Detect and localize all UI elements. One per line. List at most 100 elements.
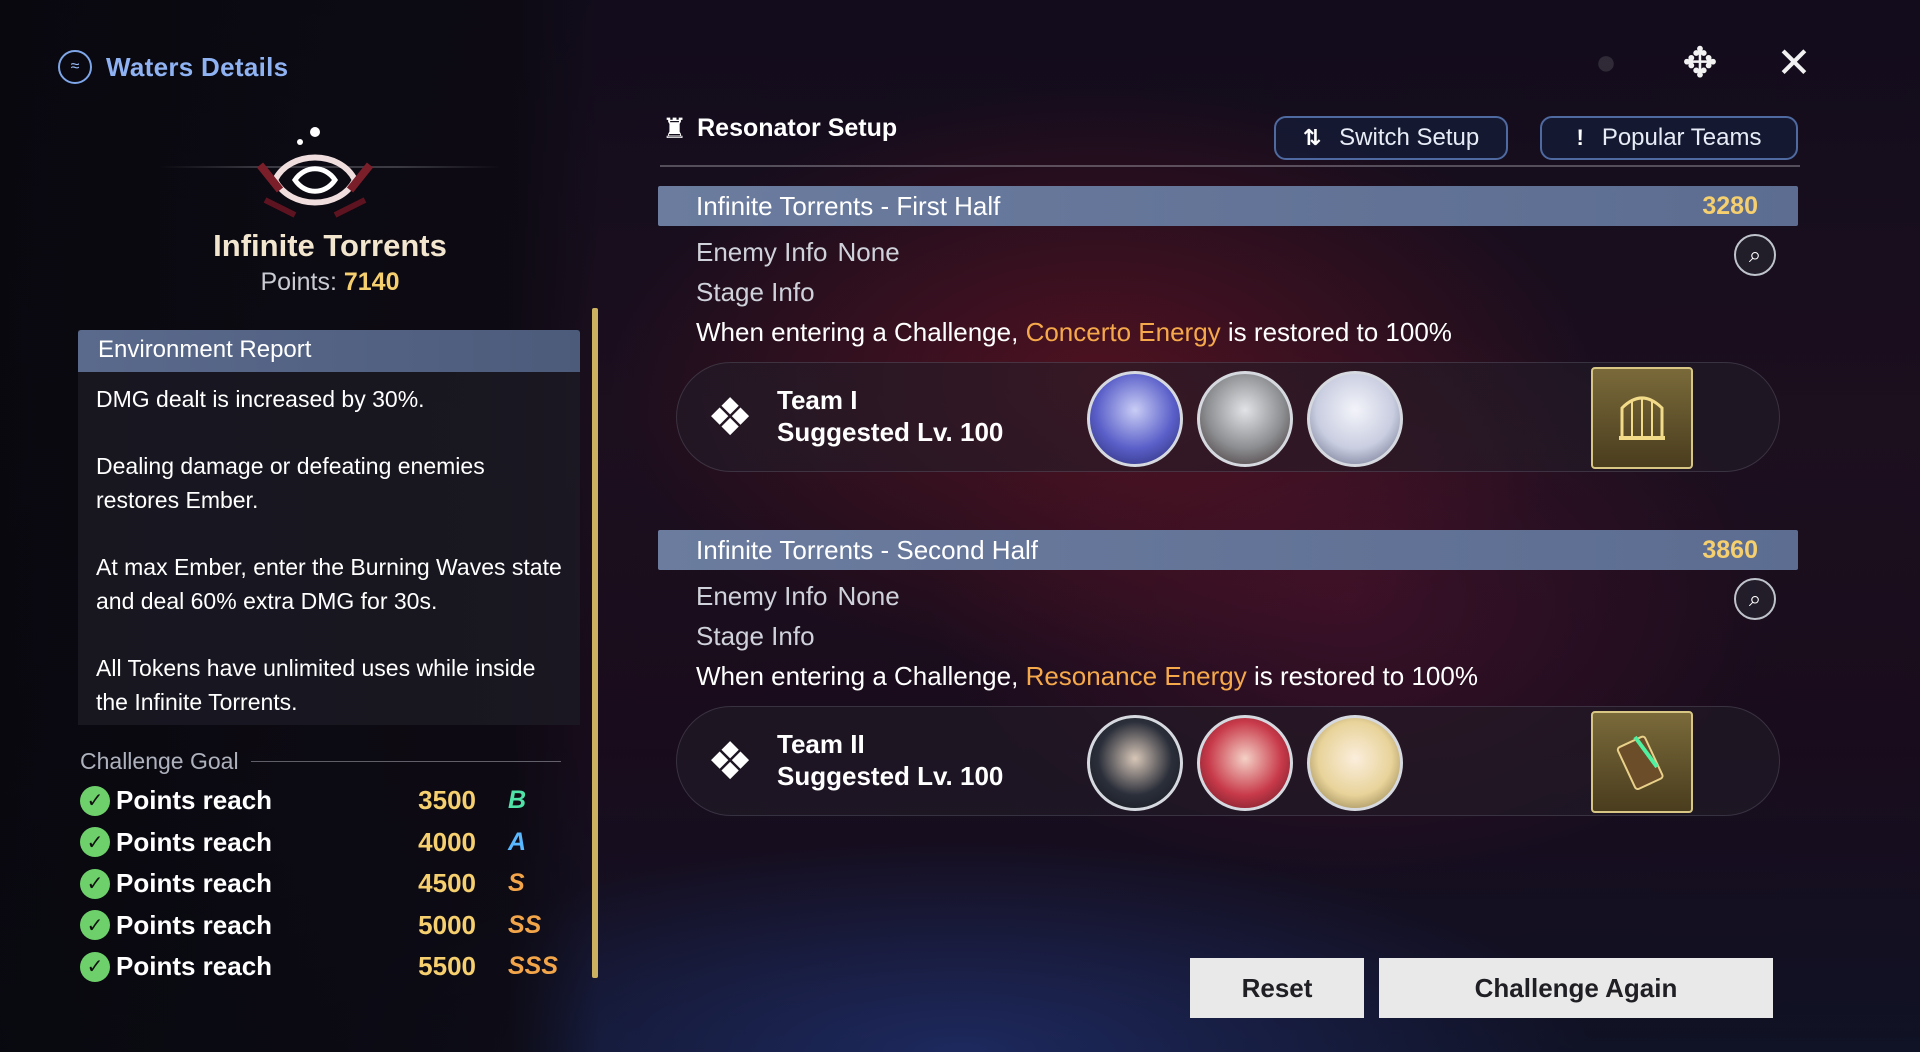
goal-text: Points reach [116,909,273,940]
first-half-score: 3280 [1702,191,1758,220]
exclamation-icon: ! [1576,125,1584,150]
reset-button[interactable]: Reset [1190,958,1364,1018]
check-icon: ✓ [80,785,110,816]
enemy-info-value: None [837,237,900,267]
golden-cage-icon[interactable] [1591,367,1693,469]
avatar[interactable] [1087,715,1183,811]
first-half-bar: Infinite Torrents - First Half 3280 [658,186,1798,226]
left-panel: ≈ Waters Details Infinite Torrents Point… [0,0,600,1052]
goal-row: ✓ Points reach 4000 A [80,822,560,864]
resonator-setup-header: ♜ Resonator Setup [662,112,897,145]
avatar[interactable] [1197,371,1293,467]
points-value: 7140 [343,268,400,296]
goal-text: Points reach [116,868,273,899]
challenge-goal-title: Challenge Goal [80,748,561,775]
compass-star-icon[interactable]: ✥ [1674,36,1726,88]
first-half-title: Infinite Torrents - First Half [696,190,1001,221]
team-avatars [1087,371,1403,467]
resonator-icon: ♜ [662,113,688,144]
team-name: Team I [777,385,858,415]
faded-circle-icon: ● [1595,41,1617,82]
team-card[interactable]: ❖ Team I Suggested Lv. 100 [676,362,1780,472]
team-emblem-icon: ❖ [706,733,754,791]
desc-highlight: Concerto Energy [1025,317,1221,347]
goal-points: 5500 [418,951,476,982]
avatar[interactable] [1307,371,1403,467]
header: ≈ Waters Details [58,50,288,84]
search-icon[interactable]: ⌕ [1734,578,1776,620]
page-title: Waters Details [106,51,289,82]
second-half-info: Enemy Info None Stage Info When entering … [658,576,1798,696]
desc-highlight: Resonance Energy [1025,661,1247,691]
goal-points: 3500 [418,785,476,816]
swap-arrows-icon: ⇅ [1302,125,1322,150]
goal-row: ✓ Points reach 4500 S [80,863,560,905]
first-half-info: Enemy Info None Stage Info When entering … [658,232,1798,352]
team-avatars [1087,715,1403,811]
second-half-score: 3860 [1702,535,1758,564]
enemy-info-value: None [837,581,900,611]
rank-badge: B [508,786,527,815]
env-line: Dealing damage or defeating enemies rest… [96,453,485,513]
env-line: At max Ember, enter the Burning Waves st… [96,554,562,614]
avatar[interactable] [1087,371,1183,467]
goal-points: 4000 [418,826,476,857]
env-line: All Tokens have unlimited uses while ins… [96,655,536,715]
team-card[interactable]: ❖ Team II Suggested Lv. 100 [676,706,1780,816]
popular-teams-label: Popular Teams [1601,124,1762,151]
desc-pre: When entering a Challenge, [696,661,1019,691]
top-icons: ● ✥ ✕ [1580,36,1820,88]
goal-text: Points reach [116,951,273,982]
switch-setup-button[interactable]: ⇅ Switch Setup [1274,116,1508,160]
popular-teams-button[interactable]: ! Popular Teams [1540,116,1798,160]
enemy-info-row: Enemy Info None [696,576,1798,616]
avatar[interactable] [1307,715,1403,811]
avatar[interactable] [1197,715,1293,811]
switch-setup-label: Switch Setup [1339,124,1480,151]
first-half-section: Infinite Torrents - First Half 3280 Enem… [658,186,1798,472]
setup-divider [660,165,1800,167]
team-emblem-icon: ❖ [706,389,754,447]
enemy-info-label: Enemy Info [696,237,828,267]
check-icon: ✓ [80,910,110,941]
rank-badge: SSS [508,952,559,981]
second-half-section: Infinite Torrents - Second Half 3860 Ene… [658,530,1798,816]
stage-info-desc: When entering a Challenge, Concerto Ener… [696,312,1798,352]
env-line: DMG dealt is increased by 30%. [96,386,425,412]
goal-divider [250,761,561,762]
enemy-info-label: Enemy Info [696,581,828,611]
challenge-goal-list: ✓ Points reach 3500 B ✓ Points reach 400… [80,780,560,988]
challenge-goal-label: Challenge Goal [80,748,239,774]
goal-row: ✓ Points reach 5500 SSS [80,946,560,988]
search-icon[interactable]: ⌕ [1734,234,1776,276]
close-icon[interactable]: ✕ [1768,36,1820,88]
check-icon: ✓ [80,827,110,858]
desc-pre: When entering a Challenge, [696,317,1019,347]
stage-info-desc: When entering a Challenge, Resonance Ene… [696,656,1798,696]
team-level: Suggested Lv. 100 [777,417,1004,447]
scrollbar[interactable] [592,308,598,978]
cage-graphic [1619,396,1665,440]
goal-row: ✓ Points reach 5000 SS [80,905,560,947]
goal-row: ✓ Points reach 3500 B [80,780,560,822]
goal-text: Points reach [116,826,273,857]
team-level: Suggested Lv. 100 [777,761,1004,791]
rank-badge: SS [508,910,542,939]
goal-text: Points reach [116,785,273,816]
points-label: Points: [260,268,337,296]
environment-report[interactable]: Environment Report DMG dealt is increase… [78,330,580,725]
green-scroll-icon[interactable] [1591,711,1693,813]
check-icon: ✓ [80,951,110,982]
rank-badge: S [508,869,525,898]
second-half-bar: Infinite Torrents - Second Half 3860 [658,530,1798,570]
stage-info-label: Stage Info [696,621,815,651]
team-name: Team II [777,729,865,759]
challenge-again-button[interactable]: Challenge Again [1379,958,1773,1018]
stage-name: Infinite Torrents [213,228,447,263]
second-half-title: Infinite Torrents - Second Half [696,534,1039,565]
torrent-emblem-icon [256,127,374,218]
stage-points: Points: 7140 [0,268,660,297]
stage-info-label: Stage Info [696,277,815,307]
goal-points: 4500 [418,868,476,899]
desc-post: is restored to 100% [1253,661,1478,691]
